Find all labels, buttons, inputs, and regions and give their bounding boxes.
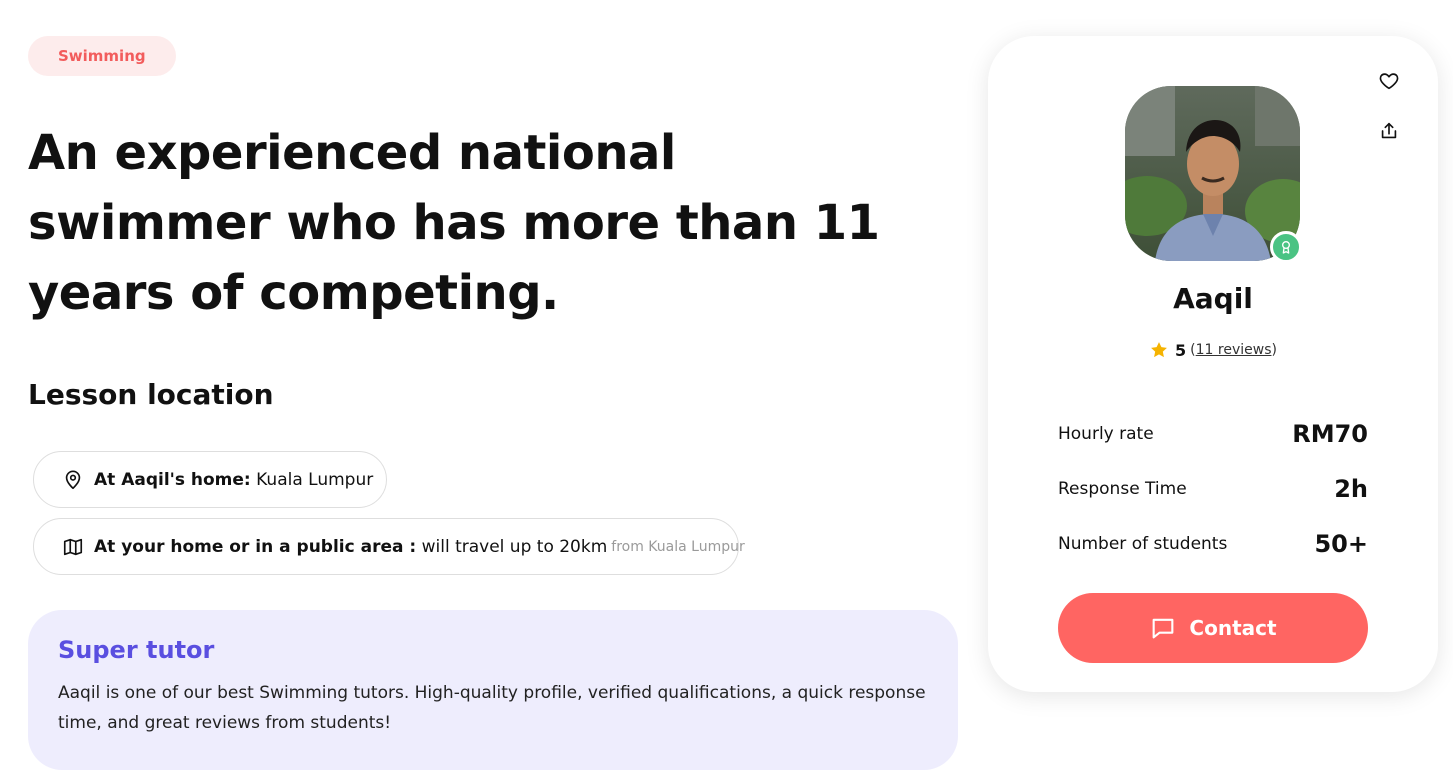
stat-response-time: Response Time 2h	[1058, 475, 1368, 503]
stat-label: Number of students	[1058, 534, 1228, 554]
stat-value: RM70	[1292, 420, 1368, 448]
stat-label: Response Time	[1058, 479, 1187, 499]
share-icon	[1381, 122, 1397, 139]
location-option-tutor-home: At Aaqil's home: Kuala Lumpur	[33, 451, 387, 508]
tutor-card: Aaqil 5 (11 reviews) Hourly rate RM70 Re…	[988, 36, 1438, 692]
stat-value: 2h	[1334, 475, 1368, 503]
rating-row: 5 (11 reviews)	[988, 340, 1438, 360]
favorite-button[interactable]	[1374, 66, 1404, 96]
map-icon	[62, 536, 84, 558]
location-label: At your home or in a public area :	[94, 536, 417, 557]
stat-value: 50+	[1314, 530, 1368, 558]
chat-icon	[1149, 614, 1177, 642]
stat-label: Hourly rate	[1058, 424, 1154, 444]
tutor-avatar[interactable]	[1125, 86, 1302, 263]
heart-icon	[1379, 73, 1399, 90]
reviews-paren-close: )	[1271, 342, 1277, 358]
super-tutor-panel: Super tutor Aaqil is one of our best Swi…	[28, 610, 958, 770]
share-button[interactable]	[1374, 116, 1404, 146]
lesson-location-title: Lesson location	[28, 378, 274, 411]
award-icon	[1282, 241, 1290, 254]
star-icon	[1151, 342, 1167, 358]
rating-value: 5	[1175, 340, 1187, 360]
stat-number-of-students: Number of students 50+	[1058, 530, 1368, 558]
verified-badge	[1270, 231, 1302, 263]
super-tutor-title: Super tutor	[58, 636, 215, 664]
location-label: At Aaqil's home:	[94, 469, 251, 490]
contact-label: Contact	[1189, 616, 1277, 640]
stat-hourly-rate: Hourly rate RM70	[1058, 420, 1368, 448]
location-text: will travel up to 20km	[416, 536, 608, 557]
location-text: Kuala Lumpur	[250, 469, 374, 490]
super-tutor-description: Aaqil is one of our best Swimming tutors…	[58, 683, 926, 733]
reviews-count: 11 reviews	[1195, 342, 1272, 358]
category-tag[interactable]: Swimming	[28, 36, 176, 76]
tutor-name: Aaqil	[1173, 282, 1253, 315]
location-option-travel: At your home or in a public area : will …	[33, 518, 745, 575]
contact-button[interactable]: Contact	[1058, 593, 1368, 663]
reviews-link[interactable]: (11 reviews)	[1190, 342, 1277, 358]
map-pin-icon	[62, 469, 84, 491]
location-origin: from Kuala Lumpur	[611, 538, 745, 555]
page-title: An experienced national swimmer who has …	[28, 125, 880, 321]
